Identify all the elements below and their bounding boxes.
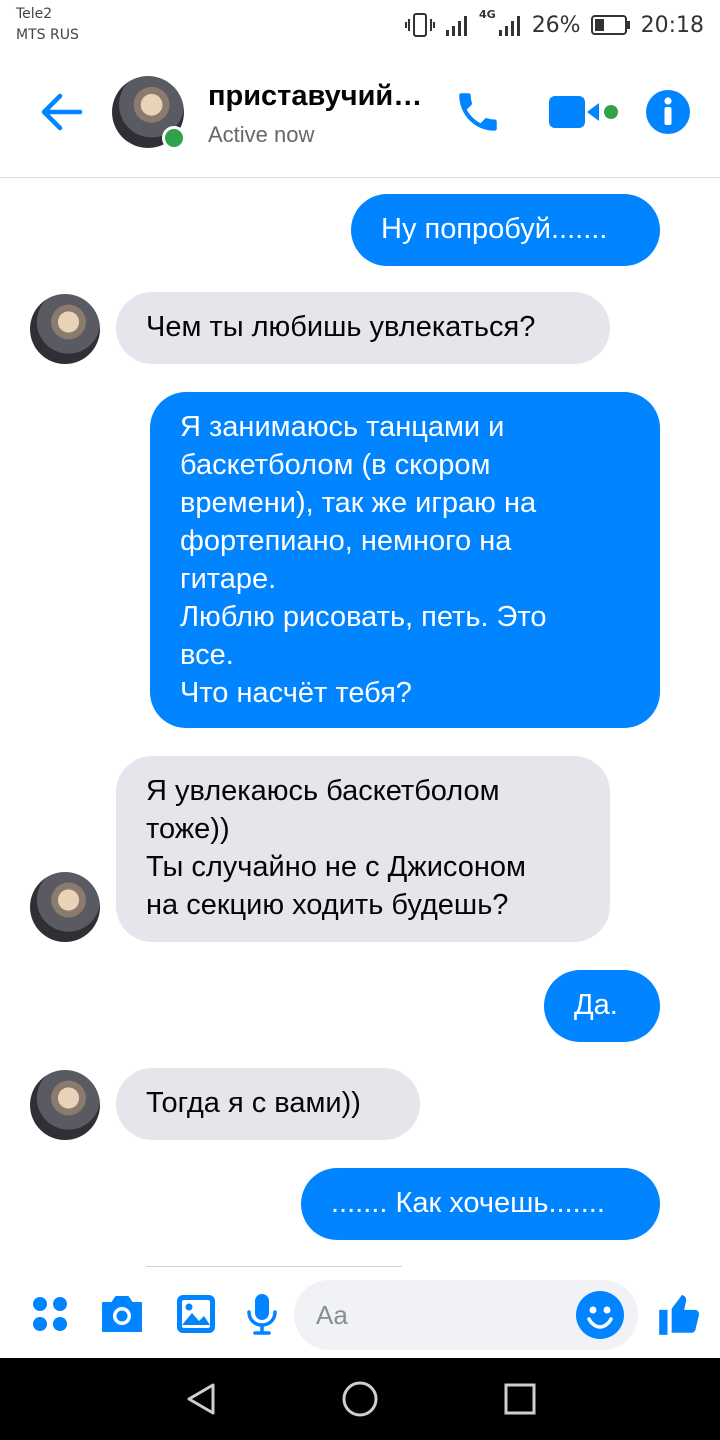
carrier-info: Tele2 MTS RUS (16, 4, 79, 46)
nav-back-button[interactable] (160, 1358, 242, 1440)
status-indicators: 4G 26% 20:18 (405, 8, 704, 42)
message-input-placeholder: Aa (316, 1300, 348, 1330)
conversation-header: приставучий… Active now (0, 52, 720, 178)
emoji-button[interactable] (576, 1291, 624, 1339)
emoji-icon (587, 1306, 613, 1329)
carrier-name-primary: Tele2 (16, 6, 53, 22)
signal-icon (445, 13, 469, 37)
nav-home-button[interactable] (319, 1358, 401, 1440)
message-bubble-outgoing[interactable]: Да. (544, 970, 660, 1042)
info-icon (646, 90, 690, 134)
nav-recents-icon (504, 1383, 536, 1415)
back-button[interactable] (36, 86, 88, 138)
online-indicator (162, 126, 186, 150)
camera-button[interactable] (96, 1290, 148, 1338)
battery-percent: 26% (531, 12, 581, 38)
like-icon (659, 1294, 700, 1335)
apps-button[interactable] (26, 1290, 74, 1338)
info-button[interactable] (640, 84, 696, 140)
gallery-icon (177, 1295, 215, 1333)
camera-icon (102, 1296, 142, 1332)
system-navigation-bar (0, 1358, 720, 1440)
call-button[interactable] (448, 82, 508, 142)
nav-home-icon (342, 1381, 378, 1417)
message-bubble-outgoing[interactable]: Я занимаюсь танцами и баскетболом (в ско… (150, 392, 660, 728)
composer-bar: Aa (0, 1268, 720, 1358)
back-arrow-icon (41, 93, 83, 131)
message-input[interactable]: Aa (294, 1280, 638, 1350)
gallery-button[interactable] (172, 1290, 220, 1338)
contact-avatar[interactable] (112, 76, 186, 150)
signal-icon (498, 13, 522, 37)
microphone-icon (247, 1294, 277, 1335)
vibrate-icon (405, 12, 435, 38)
contact-name[interactable]: приставучий… (208, 80, 434, 113)
battery-icon (590, 14, 631, 36)
sender-avatar[interactable] (30, 872, 100, 942)
message-bubble-incoming[interactable]: Тогда я с вами)) (116, 1068, 420, 1140)
divider (146, 1266, 402, 1267)
video-call-button[interactable] (540, 84, 626, 140)
message-bubble-incoming[interactable]: Я увлекаюсь баскетболом тоже)) Ты случай… (116, 756, 610, 942)
status-bar: Tele2 MTS RUS 4G 26% 20:18 (0, 0, 720, 52)
clock: 20:18 (640, 12, 704, 38)
phone-icon (459, 93, 497, 131)
carrier-name-secondary: MTS RUS (16, 27, 79, 43)
message-bubble-incoming[interactable]: Чем ты любишь увлекаться? (116, 292, 610, 364)
message-bubble-outgoing[interactable]: ....... Как хочешь....... (301, 1168, 660, 1240)
voice-button[interactable] (240, 1290, 284, 1338)
video-camera-icon (549, 96, 618, 128)
nav-recents-button[interactable] (479, 1358, 561, 1440)
nav-back-icon (187, 1383, 215, 1415)
apps-icon (33, 1297, 67, 1331)
contact-status: Active now (208, 122, 315, 147)
sender-avatar[interactable] (30, 294, 100, 364)
like-button[interactable] (652, 1286, 708, 1342)
sender-avatar[interactable] (30, 1070, 100, 1140)
network-type: 4G (479, 8, 496, 21)
message-bubble-outgoing[interactable]: Ну попробуй....... (351, 194, 660, 266)
